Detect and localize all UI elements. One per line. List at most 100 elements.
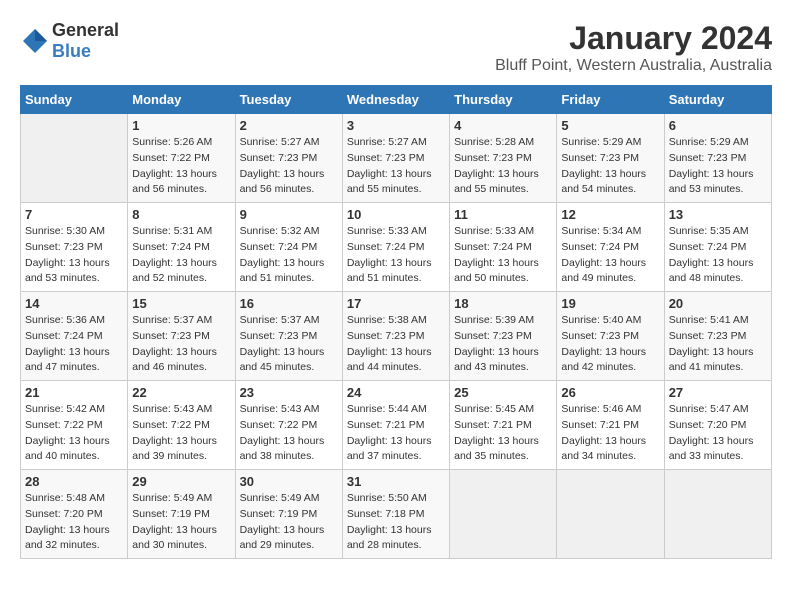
day-info: Sunrise: 5:46 AMSunset: 7:21 PMDaylight:… bbox=[561, 403, 646, 462]
day-number: 22 bbox=[132, 385, 230, 400]
header-saturday: Saturday bbox=[664, 86, 771, 114]
day-number: 17 bbox=[347, 296, 445, 311]
calendar-row-2: 7 Sunrise: 5:30 AMSunset: 7:23 PMDayligh… bbox=[21, 203, 772, 292]
day-info: Sunrise: 5:34 AMSunset: 7:24 PMDaylight:… bbox=[561, 225, 646, 284]
day-info: Sunrise: 5:41 AMSunset: 7:23 PMDaylight:… bbox=[669, 314, 754, 373]
calendar-cell: 10 Sunrise: 5:33 AMSunset: 7:24 PMDaylig… bbox=[342, 203, 449, 292]
day-number: 14 bbox=[25, 296, 123, 311]
day-info: Sunrise: 5:43 AMSunset: 7:22 PMDaylight:… bbox=[240, 403, 325, 462]
day-number: 20 bbox=[669, 296, 767, 311]
day-info: Sunrise: 5:42 AMSunset: 7:22 PMDaylight:… bbox=[25, 403, 110, 462]
calendar-row-5: 28 Sunrise: 5:48 AMSunset: 7:20 PMDaylig… bbox=[21, 470, 772, 559]
calendar-cell: 24 Sunrise: 5:44 AMSunset: 7:21 PMDaylig… bbox=[342, 381, 449, 470]
day-info: Sunrise: 5:35 AMSunset: 7:24 PMDaylight:… bbox=[669, 225, 754, 284]
day-info: Sunrise: 5:44 AMSunset: 7:21 PMDaylight:… bbox=[347, 403, 432, 462]
title-section: January 2024 Bluff Point, Western Austra… bbox=[495, 20, 772, 75]
day-number: 30 bbox=[240, 474, 338, 489]
day-number: 21 bbox=[25, 385, 123, 400]
day-info: Sunrise: 5:30 AMSunset: 7:23 PMDaylight:… bbox=[25, 225, 110, 284]
calendar-cell bbox=[450, 470, 557, 559]
day-number: 23 bbox=[240, 385, 338, 400]
day-info: Sunrise: 5:37 AMSunset: 7:23 PMDaylight:… bbox=[132, 314, 217, 373]
day-info: Sunrise: 5:40 AMSunset: 7:23 PMDaylight:… bbox=[561, 314, 646, 373]
calendar-cell: 30 Sunrise: 5:49 AMSunset: 7:19 PMDaylig… bbox=[235, 470, 342, 559]
day-number: 27 bbox=[669, 385, 767, 400]
calendar-cell: 11 Sunrise: 5:33 AMSunset: 7:24 PMDaylig… bbox=[450, 203, 557, 292]
day-number: 7 bbox=[25, 207, 123, 222]
header-monday: Monday bbox=[128, 86, 235, 114]
calendar-cell: 22 Sunrise: 5:43 AMSunset: 7:22 PMDaylig… bbox=[128, 381, 235, 470]
day-number: 5 bbox=[561, 118, 659, 133]
day-info: Sunrise: 5:50 AMSunset: 7:18 PMDaylight:… bbox=[347, 492, 432, 551]
day-info: Sunrise: 5:33 AMSunset: 7:24 PMDaylight:… bbox=[347, 225, 432, 284]
day-info: Sunrise: 5:49 AMSunset: 7:19 PMDaylight:… bbox=[240, 492, 325, 551]
header-friday: Friday bbox=[557, 86, 664, 114]
calendar-cell: 27 Sunrise: 5:47 AMSunset: 7:20 PMDaylig… bbox=[664, 381, 771, 470]
day-number: 4 bbox=[454, 118, 552, 133]
calendar-cell: 18 Sunrise: 5:39 AMSunset: 7:23 PMDaylig… bbox=[450, 292, 557, 381]
day-info: Sunrise: 5:38 AMSunset: 7:23 PMDaylight:… bbox=[347, 314, 432, 373]
calendar-cell: 20 Sunrise: 5:41 AMSunset: 7:23 PMDaylig… bbox=[664, 292, 771, 381]
calendar-cell bbox=[664, 470, 771, 559]
header-wednesday: Wednesday bbox=[342, 86, 449, 114]
calendar-table: Sunday Monday Tuesday Wednesday Thursday… bbox=[20, 85, 772, 559]
calendar-cell: 13 Sunrise: 5:35 AMSunset: 7:24 PMDaylig… bbox=[664, 203, 771, 292]
day-info: Sunrise: 5:27 AMSunset: 7:23 PMDaylight:… bbox=[240, 136, 325, 195]
calendar-cell: 9 Sunrise: 5:32 AMSunset: 7:24 PMDayligh… bbox=[235, 203, 342, 292]
calendar-cell: 6 Sunrise: 5:29 AMSunset: 7:23 PMDayligh… bbox=[664, 114, 771, 203]
day-number: 9 bbox=[240, 207, 338, 222]
day-info: Sunrise: 5:27 AMSunset: 7:23 PMDaylight:… bbox=[347, 136, 432, 195]
calendar-cell: 17 Sunrise: 5:38 AMSunset: 7:23 PMDaylig… bbox=[342, 292, 449, 381]
day-info: Sunrise: 5:29 AMSunset: 7:23 PMDaylight:… bbox=[561, 136, 646, 195]
calendar-header-row: Sunday Monday Tuesday Wednesday Thursday… bbox=[21, 86, 772, 114]
location-subtitle: Bluff Point, Western Australia, Australi… bbox=[495, 57, 772, 75]
day-number: 26 bbox=[561, 385, 659, 400]
day-info: Sunrise: 5:47 AMSunset: 7:20 PMDaylight:… bbox=[669, 403, 754, 462]
logo: General Blue bbox=[20, 20, 119, 62]
day-number: 11 bbox=[454, 207, 552, 222]
day-number: 1 bbox=[132, 118, 230, 133]
day-number: 24 bbox=[347, 385, 445, 400]
calendar-row-3: 14 Sunrise: 5:36 AMSunset: 7:24 PMDaylig… bbox=[21, 292, 772, 381]
day-info: Sunrise: 5:37 AMSunset: 7:23 PMDaylight:… bbox=[240, 314, 325, 373]
day-info: Sunrise: 5:26 AMSunset: 7:22 PMDaylight:… bbox=[132, 136, 217, 195]
calendar-cell: 7 Sunrise: 5:30 AMSunset: 7:23 PMDayligh… bbox=[21, 203, 128, 292]
calendar-cell: 25 Sunrise: 5:45 AMSunset: 7:21 PMDaylig… bbox=[450, 381, 557, 470]
day-info: Sunrise: 5:31 AMSunset: 7:24 PMDaylight:… bbox=[132, 225, 217, 284]
calendar-cell: 28 Sunrise: 5:48 AMSunset: 7:20 PMDaylig… bbox=[21, 470, 128, 559]
calendar-cell: 1 Sunrise: 5:26 AMSunset: 7:22 PMDayligh… bbox=[128, 114, 235, 203]
calendar-cell: 31 Sunrise: 5:50 AMSunset: 7:18 PMDaylig… bbox=[342, 470, 449, 559]
day-info: Sunrise: 5:28 AMSunset: 7:23 PMDaylight:… bbox=[454, 136, 539, 195]
calendar-cell: 16 Sunrise: 5:37 AMSunset: 7:23 PMDaylig… bbox=[235, 292, 342, 381]
calendar-cell bbox=[21, 114, 128, 203]
page-header: General Blue January 2024 Bluff Point, W… bbox=[20, 20, 772, 75]
calendar-cell bbox=[557, 470, 664, 559]
calendar-cell: 23 Sunrise: 5:43 AMSunset: 7:22 PMDaylig… bbox=[235, 381, 342, 470]
day-number: 29 bbox=[132, 474, 230, 489]
day-number: 28 bbox=[25, 474, 123, 489]
calendar-cell: 4 Sunrise: 5:28 AMSunset: 7:23 PMDayligh… bbox=[450, 114, 557, 203]
header-thursday: Thursday bbox=[450, 86, 557, 114]
day-number: 13 bbox=[669, 207, 767, 222]
day-info: Sunrise: 5:49 AMSunset: 7:19 PMDaylight:… bbox=[132, 492, 217, 551]
day-info: Sunrise: 5:48 AMSunset: 7:20 PMDaylight:… bbox=[25, 492, 110, 551]
logo-icon bbox=[20, 26, 50, 56]
calendar-cell: 8 Sunrise: 5:31 AMSunset: 7:24 PMDayligh… bbox=[128, 203, 235, 292]
calendar-cell: 5 Sunrise: 5:29 AMSunset: 7:23 PMDayligh… bbox=[557, 114, 664, 203]
day-number: 12 bbox=[561, 207, 659, 222]
day-info: Sunrise: 5:45 AMSunset: 7:21 PMDaylight:… bbox=[454, 403, 539, 462]
day-number: 8 bbox=[132, 207, 230, 222]
calendar-cell: 19 Sunrise: 5:40 AMSunset: 7:23 PMDaylig… bbox=[557, 292, 664, 381]
calendar-cell: 29 Sunrise: 5:49 AMSunset: 7:19 PMDaylig… bbox=[128, 470, 235, 559]
calendar-row-4: 21 Sunrise: 5:42 AMSunset: 7:22 PMDaylig… bbox=[21, 381, 772, 470]
day-number: 18 bbox=[454, 296, 552, 311]
day-number: 19 bbox=[561, 296, 659, 311]
logo-general-text: General bbox=[52, 20, 119, 40]
day-info: Sunrise: 5:29 AMSunset: 7:23 PMDaylight:… bbox=[669, 136, 754, 195]
day-number: 6 bbox=[669, 118, 767, 133]
calendar-cell: 14 Sunrise: 5:36 AMSunset: 7:24 PMDaylig… bbox=[21, 292, 128, 381]
day-info: Sunrise: 5:39 AMSunset: 7:23 PMDaylight:… bbox=[454, 314, 539, 373]
logo-blue-text: Blue bbox=[52, 41, 91, 61]
day-number: 15 bbox=[132, 296, 230, 311]
day-number: 2 bbox=[240, 118, 338, 133]
